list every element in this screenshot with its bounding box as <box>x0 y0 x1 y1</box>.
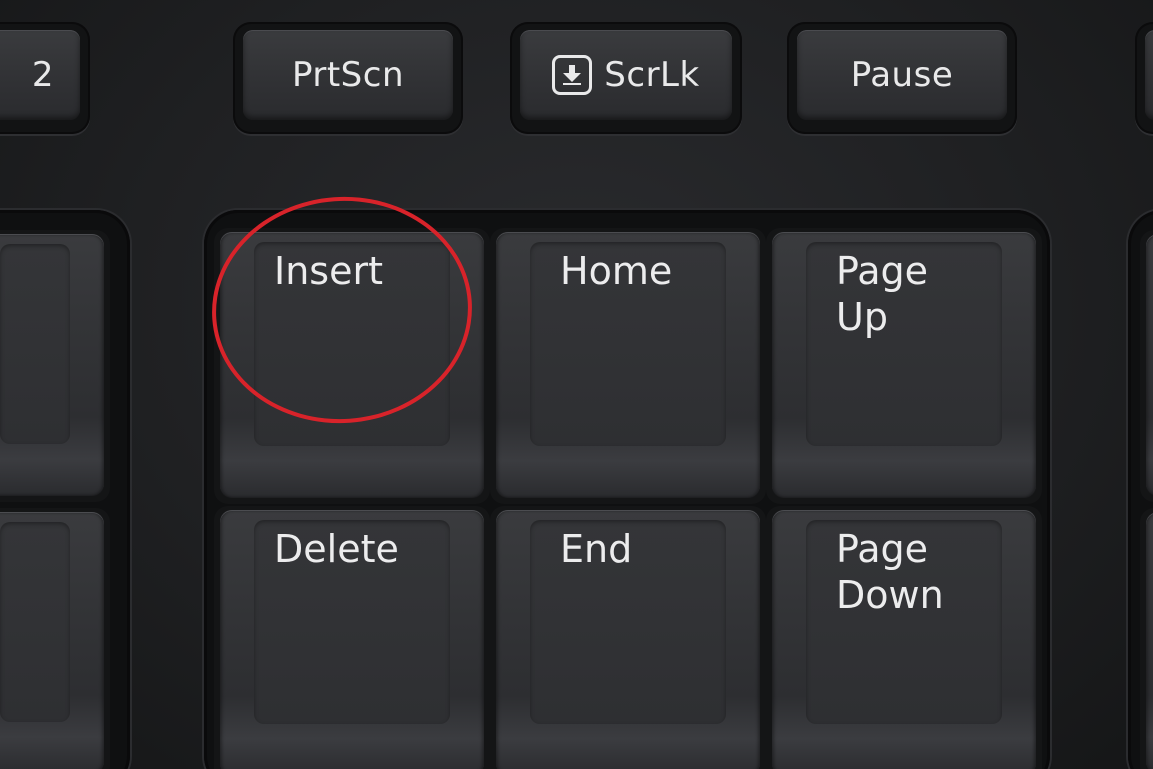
key-left-upper-partial[interactable] <box>0 230 110 502</box>
key-pause[interactable]: Pause <box>787 22 1017 134</box>
key-right-lower-partial[interactable] <box>1140 508 1153 769</box>
key-delete-label: Delete <box>274 527 399 571</box>
key-end-label: End <box>560 527 633 571</box>
key-page-up-label: Page Up <box>836 249 928 339</box>
key-end[interactable]: End <box>490 506 766 769</box>
key-prtscn[interactable]: PrtScn <box>233 22 463 134</box>
scroll-lock-arrow-icon <box>552 55 593 95</box>
key-f12-label: 2 <box>31 55 55 95</box>
key-right-partial[interactable] <box>1135 22 1153 134</box>
key-page-down-label: Page Down <box>836 527 944 617</box>
key-page-up[interactable]: Page Up <box>766 228 1042 504</box>
key-right-upper-partial[interactable] <box>1140 230 1153 502</box>
key-f12-partial[interactable]: 2 <box>0 22 90 134</box>
key-home-label: Home <box>560 249 673 293</box>
key-pause-label: Pause <box>850 55 954 95</box>
key-scrlk-label: ScrLk <box>604 55 700 95</box>
key-left-lower-partial[interactable] <box>0 508 110 769</box>
key-page-down[interactable]: Page Down <box>766 506 1042 769</box>
key-scrlk[interactable]: ScrLk <box>510 22 742 134</box>
key-prtscn-label: PrtScn <box>291 55 405 95</box>
keyboard-photo: 2 PrtScn ScrLk Pause Insert Home Page Up… <box>0 0 1153 769</box>
key-home[interactable]: Home <box>490 228 766 504</box>
key-delete[interactable]: Delete <box>214 506 490 769</box>
